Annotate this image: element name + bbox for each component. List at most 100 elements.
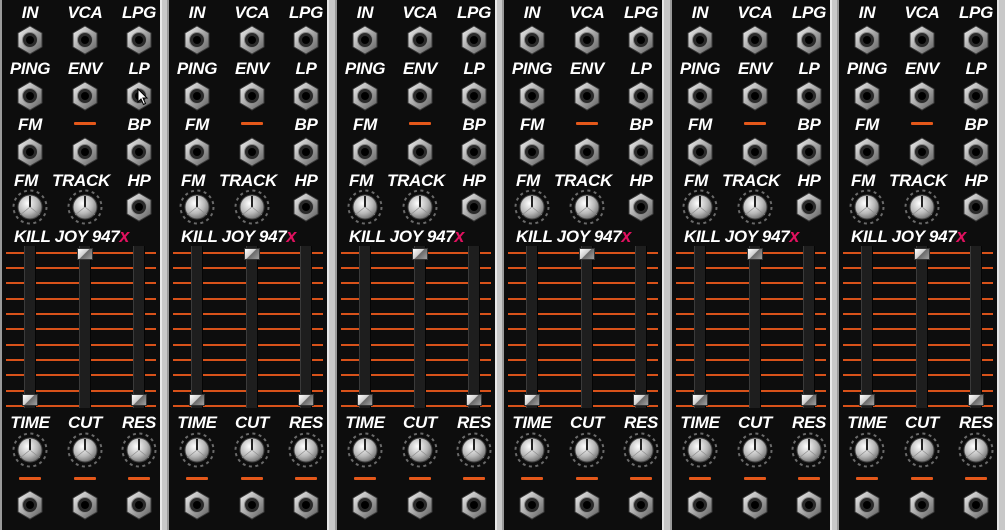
jack-icon[interactable] [182,25,212,55]
res-slider-handle[interactable] [801,394,817,406]
jack-icon[interactable] [405,81,435,111]
jack-icon[interactable] [685,81,715,111]
cut-knob-icon[interactable] [67,432,103,468]
jack-icon[interactable] [907,25,937,55]
cut-slider-handle[interactable] [244,248,260,260]
jack-icon[interactable] [124,192,154,222]
time-knob-icon[interactable] [347,432,383,468]
jack-icon[interactable] [459,137,489,167]
cut-knob-icon[interactable] [737,432,773,468]
jack-icon[interactable] [794,137,824,167]
cut-knob-icon[interactable] [904,432,940,468]
jack-icon[interactable] [405,490,435,520]
jack-icon[interactable] [572,25,602,55]
jack-icon[interactable] [626,81,656,111]
time-knob-icon[interactable] [12,432,48,468]
jack-icon[interactable] [852,25,882,55]
jack-icon[interactable] [794,81,824,111]
res-slider-track[interactable] [968,246,984,408]
jack-icon[interactable] [70,490,100,520]
res-knob-icon[interactable] [456,432,492,468]
jack-icon[interactable] [626,192,656,222]
jack-icon[interactable] [70,81,100,111]
jack-icon[interactable] [350,25,380,55]
jack-icon[interactable] [291,25,321,55]
time-knob-icon[interactable] [514,432,550,468]
jack-icon[interactable] [182,81,212,111]
jack-icon[interactable] [15,25,45,55]
jack-icon[interactable] [182,137,212,167]
time-knob-icon[interactable] [849,432,885,468]
time-slider-track[interactable] [692,246,708,408]
jack-icon[interactable] [961,25,991,55]
res-slider-track[interactable] [633,246,649,408]
fm-knob-icon[interactable] [179,189,215,225]
res-slider-handle[interactable] [298,394,314,406]
cut-slider-track[interactable] [579,246,595,408]
cut-knob-icon[interactable] [569,432,605,468]
time-slider-handle[interactable] [524,394,540,406]
time-slider-handle[interactable] [692,394,708,406]
jack-icon[interactable] [15,490,45,520]
jack-icon[interactable] [852,490,882,520]
track-knob-icon[interactable] [904,189,940,225]
jack-icon[interactable] [685,137,715,167]
cut-slider-track[interactable] [244,246,260,408]
time-slider-track[interactable] [357,246,373,408]
time-knob-icon[interactable] [682,432,718,468]
jack-icon[interactable] [961,137,991,167]
jack-icon[interactable] [517,137,547,167]
time-slider-handle[interactable] [189,394,205,406]
res-slider-track[interactable] [466,246,482,408]
jack-icon[interactable] [852,81,882,111]
jack-icon[interactable] [405,25,435,55]
jack-icon[interactable] [626,137,656,167]
jack-icon[interactable] [405,137,435,167]
time-slider-track[interactable] [859,246,875,408]
jack-icon[interactable] [237,81,267,111]
fm-knob-icon[interactable] [347,189,383,225]
jack-icon[interactable] [572,490,602,520]
time-slider-handle[interactable] [859,394,875,406]
res-slider-track[interactable] [131,246,147,408]
res-slider-track[interactable] [298,246,314,408]
jack-icon[interactable] [291,81,321,111]
jack-icon[interactable] [15,81,45,111]
jack-icon[interactable] [517,490,547,520]
cut-slider-track[interactable] [412,246,428,408]
time-slider-handle[interactable] [22,394,38,406]
cut-knob-icon[interactable] [402,432,438,468]
cut-slider-handle[interactable] [77,248,93,260]
res-knob-icon[interactable] [958,432,994,468]
jack-icon[interactable] [740,81,770,111]
jack-icon[interactable] [15,137,45,167]
cut-slider-handle[interactable] [747,248,763,260]
jack-icon[interactable] [961,192,991,222]
jack-icon[interactable] [685,490,715,520]
jack-icon[interactable] [124,25,154,55]
jack-icon[interactable] [626,490,656,520]
jack-icon[interactable] [182,490,212,520]
jack-icon[interactable] [291,192,321,222]
jack-icon[interactable] [459,490,489,520]
jack-icon[interactable] [124,490,154,520]
jack-icon[interactable] [459,81,489,111]
track-knob-icon[interactable] [569,189,605,225]
jack-icon[interactable] [291,137,321,167]
time-slider-track[interactable] [189,246,205,408]
res-knob-icon[interactable] [623,432,659,468]
time-knob-icon[interactable] [179,432,215,468]
track-knob-icon[interactable] [737,189,773,225]
jack-icon[interactable] [907,490,937,520]
cut-slider-handle[interactable] [412,248,428,260]
jack-icon[interactable] [794,25,824,55]
jack-icon[interactable] [70,25,100,55]
jack-icon[interactable] [961,81,991,111]
res-slider-track[interactable] [801,246,817,408]
jack-icon[interactable] [517,81,547,111]
track-knob-icon[interactable] [234,189,270,225]
jack-icon[interactable] [70,137,100,167]
jack-icon[interactable] [740,25,770,55]
time-slider-track[interactable] [524,246,540,408]
jack-icon[interactable] [572,81,602,111]
